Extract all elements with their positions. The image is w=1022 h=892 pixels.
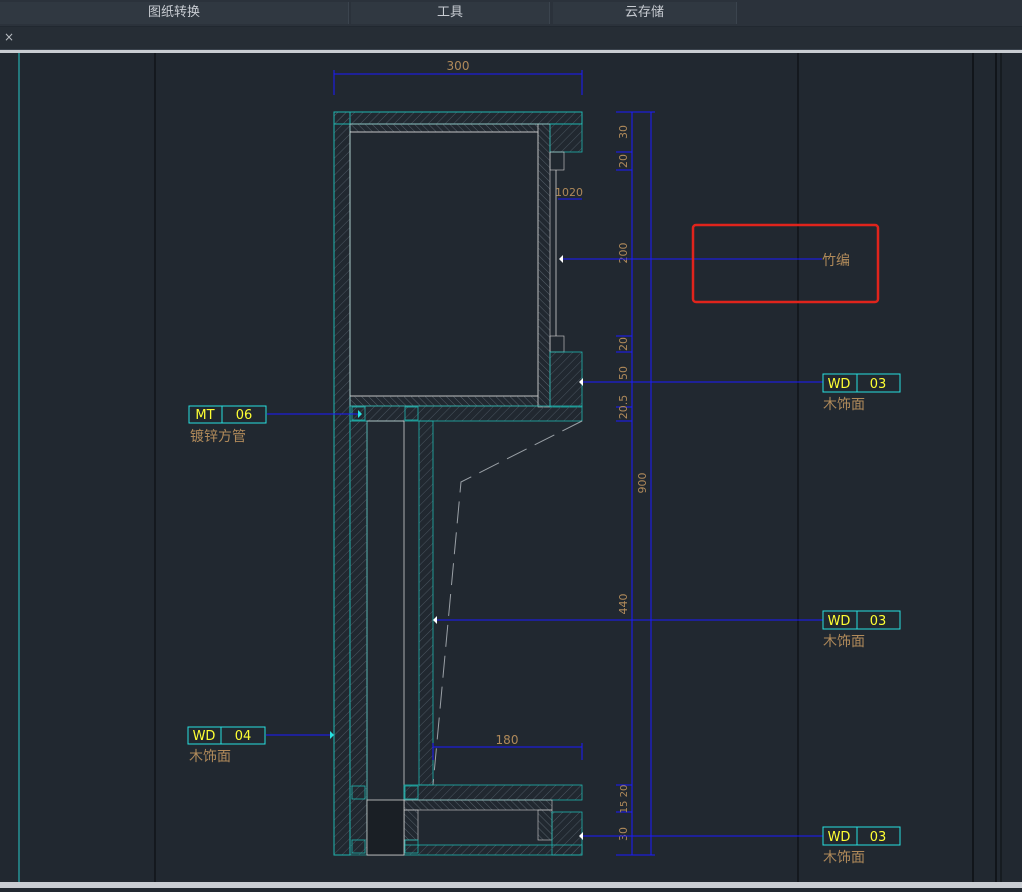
highlight-box xyxy=(691,223,880,304)
dim-15-20: 15 20 xyxy=(619,785,630,814)
tag-description: 木饰面 xyxy=(823,850,865,866)
tag-number: 03 xyxy=(870,377,887,392)
dim-bottom-180: 180 xyxy=(496,733,519,747)
tag-description: 木饰面 xyxy=(823,397,865,413)
dim-20-5: 20.5 xyxy=(617,395,630,420)
dim-20a: 20 xyxy=(617,154,630,168)
tag-wd04[interactable]: WD 04 木饰面 xyxy=(187,726,266,765)
cad-drawing: 300 180 1020 30 20 200 20 50 20.5 900 44… xyxy=(18,53,1002,888)
dim-200: 200 xyxy=(617,243,630,264)
tag-mt06[interactable]: MT 06 镀锌方管 xyxy=(188,405,267,445)
tag-number: 04 xyxy=(235,729,252,744)
menu-drawing-convert[interactable]: 图纸转换 xyxy=(0,2,349,24)
tag-code: WD xyxy=(828,377,851,392)
drawing-canvas[interactable]: 300 180 1020 30 20 200 20 50 20.5 900 44… xyxy=(0,53,1022,888)
tag-description: 镀锌方管 xyxy=(190,428,246,445)
close-icon[interactable]: × xyxy=(4,30,14,44)
tag-code: WD xyxy=(193,729,216,744)
menu-tools[interactable]: 工具 xyxy=(351,2,550,24)
status-strip xyxy=(0,882,1022,888)
menu-bar: 图纸转换 工具 云存储 xyxy=(0,0,1022,26)
dim-1020: 1020 xyxy=(555,186,583,199)
tag-description: 木饰面 xyxy=(189,749,231,765)
dim-440: 440 xyxy=(617,594,630,615)
tag-wd03-mid[interactable]: WD 03 木饰面 xyxy=(822,610,901,650)
dimension-lines xyxy=(333,70,655,856)
dim-20b: 20 xyxy=(617,337,630,351)
dim-top-width: 300 xyxy=(447,59,470,73)
tag-number: 03 xyxy=(870,614,887,629)
tag-number: 06 xyxy=(236,408,253,423)
bamboo-label: 竹编 xyxy=(822,253,850,269)
dim-50: 50 xyxy=(617,366,630,380)
tab-bar: × xyxy=(0,27,1022,50)
frame-lines xyxy=(18,53,1002,888)
tag-code: MT xyxy=(195,408,214,423)
tag-description: 木饰面 xyxy=(823,634,865,650)
tag-code: WD xyxy=(828,614,851,629)
tag-wd03-bottom[interactable]: WD 03 木饰面 xyxy=(822,826,901,866)
dim-30b: 30 xyxy=(617,827,630,841)
tag-number: 03 xyxy=(870,830,887,845)
dim-900: 900 xyxy=(636,473,649,494)
tag-wd03-top[interactable]: WD 03 木饰面 xyxy=(822,373,901,413)
tag-code: WD xyxy=(828,830,851,845)
dim-30: 30 xyxy=(617,125,630,139)
section-body xyxy=(333,111,583,856)
menu-cloud-storage[interactable]: 云存储 xyxy=(553,2,737,24)
